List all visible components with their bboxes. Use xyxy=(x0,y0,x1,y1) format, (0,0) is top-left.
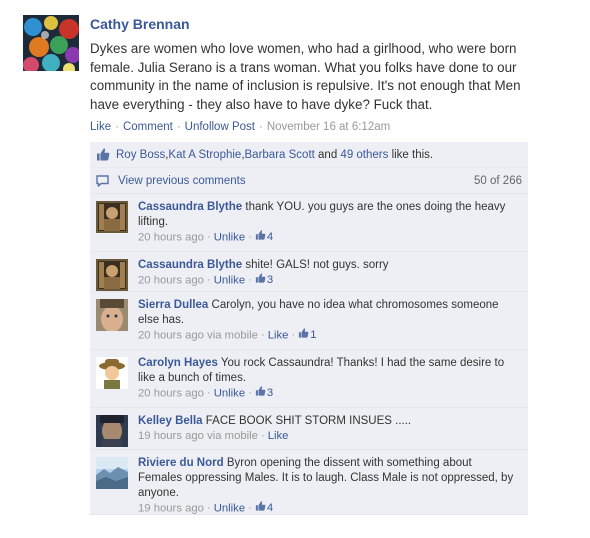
comment-timestamp[interactable]: 20 hours ago xyxy=(138,387,204,399)
comment-meta: 20 hours ago · Unlike · 3 xyxy=(138,273,514,288)
comment-like-count[interactable]: 3 xyxy=(255,386,274,401)
separator-dot: · xyxy=(248,502,252,515)
comment-list: Cassaundra Blythe thank YOU. you guys ar… xyxy=(90,194,528,515)
comment-like-toggle[interactable]: Unlike xyxy=(214,387,245,399)
separator-dot: · xyxy=(258,121,263,133)
comment-timestamp[interactable]: 20 hours ago xyxy=(138,329,204,341)
comment-body: Kelley Bella FACE BOOK SHIT STORM INSUES… xyxy=(138,414,514,444)
thumbs-up-icon xyxy=(96,148,110,161)
comment-body: Cassaundra Blythe thank YOU. you guys ar… xyxy=(138,200,514,245)
separator-dot: · xyxy=(248,274,252,287)
comment-like-count[interactable]: 3 xyxy=(255,273,274,288)
comment-like-toggle[interactable]: Unlike xyxy=(214,274,245,286)
thumbs-up-icon xyxy=(255,273,266,288)
separator-dot: · xyxy=(115,121,119,133)
comment-count: 50 of 266 xyxy=(474,175,522,187)
post-unfollow-link[interactable]: Unfollow Post xyxy=(185,121,255,133)
likes-suffix-text: like this. xyxy=(388,148,434,161)
separator-dot: · xyxy=(291,329,296,342)
comment-bubble-icon xyxy=(96,174,109,187)
comment-timestamp[interactable]: 20 hours ago xyxy=(138,274,204,286)
commenter-avatar[interactable] xyxy=(96,299,128,331)
avatar-image xyxy=(23,15,79,71)
liker-link[interactable]: Roy Boss xyxy=(116,149,165,161)
comment-like-count[interactable]: 4 xyxy=(255,230,274,245)
feedback-block: Roy Boss, Kat A Strophie, Barbara Scott … xyxy=(90,142,528,515)
separator-dot: · xyxy=(206,274,211,287)
view-previous-comments-link[interactable]: View previous comments xyxy=(118,175,246,187)
comment-like-number: 4 xyxy=(266,502,274,515)
comment-like-number: 3 xyxy=(266,274,274,287)
commenter-avatar[interactable] xyxy=(96,201,128,233)
commenter-name[interactable]: Cassaundra Blythe xyxy=(138,259,242,271)
likes-row: Roy Boss, Kat A Strophie, Barbara Scott … xyxy=(90,142,528,168)
view-previous-comments-row[interactable]: View previous comments 50 of 266 xyxy=(90,168,528,194)
commenter-avatar[interactable] xyxy=(96,457,128,489)
comment-meta: 19 hours ago via mobile · Like xyxy=(138,429,514,444)
comment-meta: 19 hours ago · Unlike · 4 xyxy=(138,501,514,516)
separator-dot: · xyxy=(206,387,211,400)
comment-timestamp[interactable]: 19 hours ago xyxy=(138,502,204,514)
separator-dot: · xyxy=(248,231,252,244)
comment-body: Sierra Dullea Carolyn, you have no idea … xyxy=(138,298,514,343)
comment-item: Cassaundra Blythe thank YOU. you guys ar… xyxy=(90,194,528,252)
comment-body: Carolyn Hayes You rock Cassaundra! Thank… xyxy=(138,356,514,401)
comment-timestamp[interactable]: 20 hours ago xyxy=(138,231,204,243)
comment-meta: 20 hours ago via mobile · Like · 1 xyxy=(138,328,514,343)
commenter-name[interactable]: Cassaundra Blythe xyxy=(138,201,242,213)
comment-like-count[interactable]: 1 xyxy=(298,328,317,343)
thumbs-up-icon xyxy=(255,386,266,401)
comment-body: Riviere du Nord Byron opening the dissen… xyxy=(138,456,514,516)
thumbs-up-icon xyxy=(255,501,266,516)
separator-dot: · xyxy=(206,231,211,244)
separator-dot: · xyxy=(176,121,181,133)
liker-link[interactable]: Barbara Scott xyxy=(245,149,315,161)
comment-item: Sierra Dullea Carolyn, you have no idea … xyxy=(90,292,528,350)
commenter-name[interactable]: Sierra Dullea xyxy=(138,299,208,311)
comment-like-count[interactable]: 4 xyxy=(255,501,274,516)
comment-item: Riviere du Nord Byron opening the dissen… xyxy=(90,450,528,515)
comment-text: shite! GALS! not guys. sorry xyxy=(245,259,389,271)
post-actions: Like · Comment · Unfollow Post · November 16 a… xyxy=(90,121,390,133)
commenter-avatar[interactable] xyxy=(96,259,128,291)
separator-dot: · xyxy=(260,430,265,442)
post-author-avatar[interactable] xyxy=(23,15,79,71)
comment-timestamp[interactable]: 19 hours ago xyxy=(138,430,204,442)
comment-like-number: 1 xyxy=(310,329,317,342)
comment-item: Cassaundra Blythe shite! GALS! not guys.… xyxy=(90,252,528,292)
comment-like-number: 4 xyxy=(266,231,274,244)
comment-like-toggle[interactable]: Unlike xyxy=(214,231,245,243)
separator-dot: · xyxy=(248,387,252,400)
comment-meta: 20 hours ago · Unlike · 3 xyxy=(138,386,514,401)
post-comment-link[interactable]: Comment xyxy=(123,121,173,133)
comment-like-toggle[interactable]: Like xyxy=(268,329,289,341)
comment-like-toggle[interactable]: Unlike xyxy=(214,502,245,514)
comment-body: Cassaundra Blythe shite! GALS! not guys.… xyxy=(138,258,514,288)
commenter-avatar[interactable] xyxy=(96,415,128,447)
comment-like-number: 3 xyxy=(266,387,274,400)
comment-item: Carolyn Hayes You rock Cassaundra! Thank… xyxy=(90,350,528,408)
comment-item: Kelley Bella FACE BOOK SHIT STORM INSUES… xyxy=(90,408,528,450)
post-author-name[interactable]: Cathy Brennan xyxy=(90,16,190,32)
likes-and-text: and xyxy=(314,148,341,161)
separator-dot: · xyxy=(260,329,265,342)
post-like-link[interactable]: Like xyxy=(90,121,111,133)
comment-via: via mobile xyxy=(207,329,258,342)
commenter-avatar[interactable] xyxy=(96,357,128,389)
thumbs-up-icon xyxy=(298,328,309,343)
liker-link[interactable]: Kat A Strophie xyxy=(168,149,241,161)
post-timestamp[interactable]: November 16 at 6:12am xyxy=(267,121,390,133)
post-body-text: Dykes are women who love women, who had … xyxy=(90,41,521,112)
comment-meta: 20 hours ago · Unlike · 4 xyxy=(138,230,514,245)
comment-via: via mobile xyxy=(207,430,258,442)
thumbs-up-icon xyxy=(255,230,266,245)
commenter-name[interactable]: Riviere du Nord xyxy=(138,457,224,469)
likes-others-link[interactable]: 49 others xyxy=(340,149,388,161)
comment-text: FACE BOOK SHIT STORM INSUES ..... xyxy=(205,415,412,427)
commenter-name[interactable]: Kelley Bella xyxy=(138,415,203,427)
comment-like-toggle[interactable]: Like xyxy=(268,430,289,442)
separator-dot: · xyxy=(206,502,211,515)
commenter-name[interactable]: Carolyn Hayes xyxy=(138,357,218,369)
